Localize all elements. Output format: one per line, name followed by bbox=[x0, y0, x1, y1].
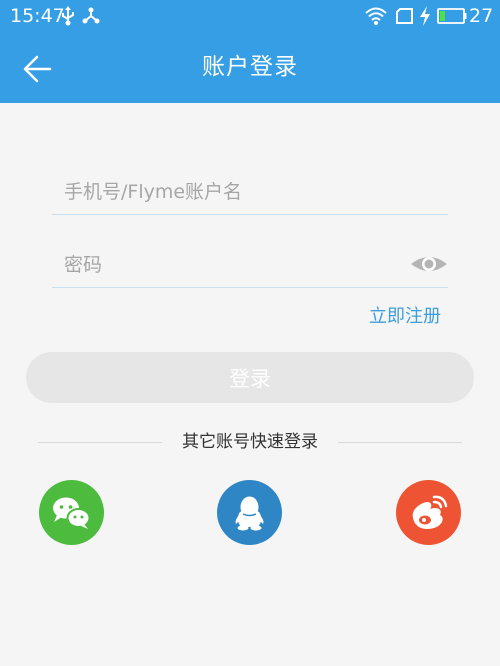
battery-icon bbox=[437, 8, 467, 28]
sim-icon bbox=[396, 8, 413, 28]
quick-login-label: 其它账号快速登录 bbox=[182, 432, 318, 452]
weibo-icon bbox=[412, 495, 448, 529]
status-bar: 15:47 27 bbox=[0, 0, 500, 33]
battery-level: 27 bbox=[469, 5, 494, 27]
username-input[interactable] bbox=[64, 170, 404, 214]
username-field bbox=[52, 170, 448, 215]
divider-left bbox=[38, 442, 162, 443]
password-input[interactable] bbox=[64, 243, 404, 287]
wifi-icon bbox=[365, 6, 387, 30]
weibo-login-button[interactable] bbox=[396, 480, 461, 545]
usb-icon bbox=[60, 6, 76, 30]
qq-icon bbox=[235, 496, 264, 531]
wechat-icon bbox=[53, 497, 91, 529]
share-icon bbox=[82, 7, 100, 29]
login-button[interactable]: 登录 bbox=[26, 352, 474, 403]
divider-right bbox=[338, 442, 462, 443]
password-visibility-toggle[interactable] bbox=[410, 249, 448, 279]
register-link[interactable]: 立即注册 bbox=[369, 302, 441, 328]
status-time: 15:47 bbox=[10, 5, 65, 27]
page-title: 账户登录 bbox=[202, 54, 298, 80]
eye-icon bbox=[411, 257, 447, 271]
qq-login-button[interactable] bbox=[217, 480, 282, 545]
charging-icon bbox=[419, 6, 431, 30]
header: 15:47 27 账户登录 bbox=[0, 0, 500, 103]
wechat-login-button[interactable] bbox=[39, 480, 104, 545]
password-field bbox=[52, 243, 448, 288]
